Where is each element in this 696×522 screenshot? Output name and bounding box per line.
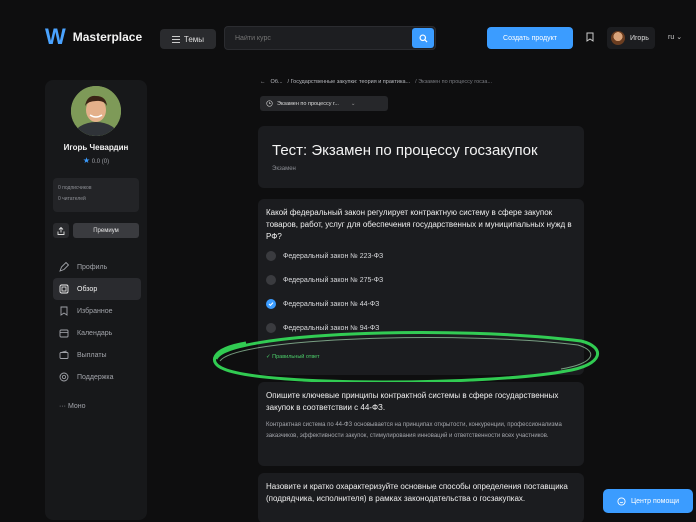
question-card: Назовите и кратко охарактеризуйте основн… [258, 473, 584, 522]
breadcrumb-item[interactable]: Об... [271, 79, 283, 85]
sidebar-item-payouts[interactable]: Выплаты [53, 344, 141, 366]
profile-name: Игорь Чевардин [63, 143, 129, 152]
question-text: Какой федеральный закон регулирует контр… [266, 208, 572, 241]
star-icon: ★ [82, 156, 91, 165]
search-bar [224, 26, 436, 50]
logo-text: Masterplace [72, 30, 143, 44]
sidebar-item-label: Поддержка [77, 373, 114, 381]
language-switcher[interactable]: ru ⌄ [668, 33, 682, 41]
answer-option[interactable]: Федеральный закон № 275-ФЗ [266, 275, 383, 285]
question-text: Опишите ключевые принципы контрактной си… [266, 391, 559, 412]
page-subtitle: Экзамен [272, 166, 296, 172]
clock-icon [266, 100, 273, 107]
chat-icon [617, 496, 626, 506]
sidebar-item-profile[interactable]: Профиль [53, 256, 141, 278]
sidebar-item-label: Выплаты [77, 351, 107, 359]
themes-label: Темы [183, 34, 205, 44]
option-label: Федеральный закон № 94-ФЗ [283, 324, 380, 332]
premium-button[interactable]: Премиум [73, 223, 139, 238]
exam-select-label: Экзамен по процессу г... [277, 100, 339, 107]
share-icon [57, 226, 65, 235]
sidebar-item-label: Обзор [77, 285, 98, 293]
sidebar-item-support[interactable]: Поддержка [53, 366, 141, 388]
answer-text: Контрактная система по 44-ФЗ основываетс… [266, 422, 562, 439]
sidebar-item-favorites[interactable]: Избранное [53, 300, 141, 322]
chevron-down-icon: ⌄ [350, 100, 356, 107]
answer-option[interactable]: Федеральный закон № 94-ФЗ [266, 323, 379, 333]
wallet-icon [59, 350, 69, 359]
radio-button-checked[interactable] [266, 299, 276, 309]
test-header: Тест: Экзамен по процессу госзакупок Экз… [258, 126, 584, 188]
avatar[interactable] [71, 86, 121, 136]
overview-icon [59, 284, 69, 294]
option-label: Федеральный закон № 275-ФЗ [283, 276, 384, 284]
question-text: Назовите и кратко охарактеризуйте основн… [266, 482, 568, 503]
user-menu[interactable]: Игорь [607, 27, 655, 49]
chevron-down-icon: ⌄ [676, 34, 683, 41]
stats-box: 0 подписчиков 0 читателей [53, 178, 139, 212]
sidebar-item-label: Избранное [77, 307, 113, 315]
option-label: Федеральный закон № 223-ФЗ [283, 252, 384, 260]
breadcrumb-current: / Экзамен по процессу госза... [415, 79, 493, 85]
option-label: Федеральный закон № 44-ФЗ [283, 300, 380, 308]
subscribers-count: 0 подписчиков [58, 185, 92, 191]
user-name: Игорь [630, 34, 649, 42]
correct-answer-label: ✓ Правильный ответ [266, 354, 320, 360]
check-icon [268, 302, 274, 307]
logo-mark: W [45, 24, 66, 49]
language-label: ru [668, 34, 675, 41]
answer-option[interactable]: Федеральный закон № 223-ФЗ [266, 251, 383, 261]
sidebar-item-label: Календарь [77, 329, 113, 337]
sidebar-nav: Профиль Обзор Избранное Календарь Выплат… [53, 256, 141, 388]
help-center-button[interactable]: Центр помощи [603, 489, 693, 513]
share-button[interactable] [53, 223, 69, 238]
sidebar-more[interactable]: ··· Моно [59, 403, 86, 410]
logo[interactable]: W Masterplace [45, 24, 142, 50]
readers-count: 0 читателей [58, 196, 86, 202]
themes-button[interactable]: Темы [160, 29, 216, 49]
breadcrumb-item[interactable]: / Государственные закупки: теория и прак… [288, 79, 411, 85]
top-bar: W Masterplace Темы Создать продукт Игорь… [0, 0, 696, 64]
pencil-icon [59, 262, 69, 272]
breadcrumb: ← Об... / Государственные закупки: теори… [260, 79, 590, 85]
radio-button[interactable] [266, 323, 276, 333]
radio-button[interactable] [266, 251, 276, 261]
search-icon [418, 33, 428, 43]
bookmark-icon [60, 306, 68, 316]
exam-select[interactable]: Экзамен по процессу г... ⌄ [260, 96, 388, 111]
search-button[interactable] [412, 28, 434, 48]
bookmark-icon[interactable] [586, 32, 594, 42]
page-title: Тест: Экзамен по процессу госзакупок [272, 142, 538, 159]
question-card: Какой федеральный закон регулирует контр… [258, 199, 584, 375]
radio-button[interactable] [266, 275, 276, 285]
menu-icon [171, 35, 180, 43]
rating-count: (0) [101, 159, 110, 165]
sidebar: Игорь Чевардин ★ 0.0 (0) 0 подписчиков 0… [45, 80, 147, 520]
support-icon [59, 372, 69, 382]
sidebar-item-overview[interactable]: Обзор [53, 278, 141, 300]
sidebar-item-label: Профиль [77, 263, 108, 271]
rating-value: 0.0 [91, 159, 101, 165]
question-card: Опишите ключевые принципы контрактной си… [258, 382, 584, 466]
create-product-button[interactable]: Создать продукт [487, 27, 573, 49]
profile-photo [71, 86, 121, 136]
search-input[interactable] [225, 27, 405, 50]
answer-option[interactable]: Федеральный закон № 44-ФЗ [266, 299, 379, 309]
back-arrow-icon[interactable]: ← [260, 79, 266, 85]
rating: ★ 0.0 (0) [45, 156, 147, 165]
sidebar-item-calendar[interactable]: Календарь [53, 322, 141, 344]
calendar-icon [59, 329, 69, 338]
help-center-label: Центр помощи [630, 497, 680, 505]
avatar [611, 31, 625, 45]
